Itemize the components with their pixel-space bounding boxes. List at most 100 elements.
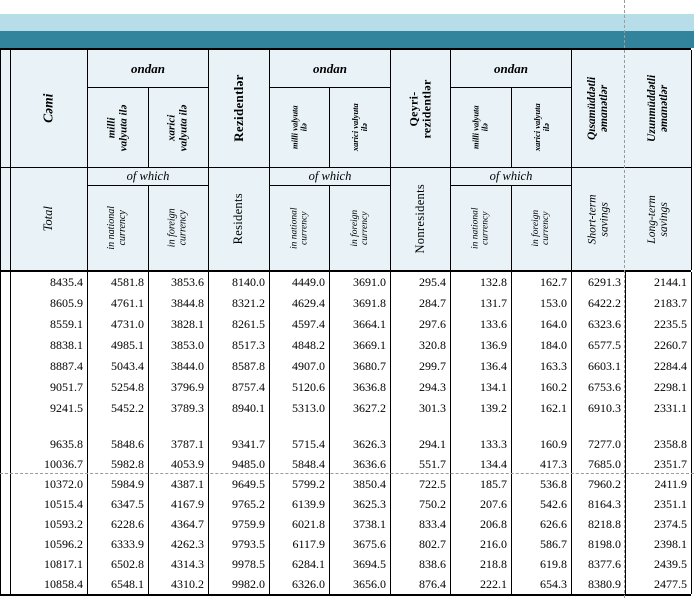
spacer-cell xyxy=(209,419,270,434)
value-cell: 5848.4 xyxy=(270,454,330,474)
value-cell: 8940.1 xyxy=(209,398,270,419)
value-cell: 136.9 xyxy=(451,335,512,356)
value-cell: 2477.5 xyxy=(626,574,692,594)
row-stub-cell xyxy=(1,434,11,454)
value-cell: 160.2 xyxy=(512,377,572,398)
header-longterm-en-label: Long-term savings xyxy=(646,195,671,244)
header-national3-az-label: milli valyuta ilə xyxy=(472,106,490,150)
value-cell: 4761.1 xyxy=(88,293,149,314)
value-cell: 2144.1 xyxy=(626,272,692,293)
value-cell: 132.8 xyxy=(451,272,512,293)
row-stub-cell xyxy=(1,314,11,335)
value-cell: 5254.8 xyxy=(88,377,149,398)
value-cell: 5452.2 xyxy=(88,398,149,419)
value-cell: 153.0 xyxy=(512,293,572,314)
value-cell: 9635.8 xyxy=(11,434,88,454)
value-cell: 6117.9 xyxy=(270,534,330,554)
header-stub-az xyxy=(1,50,11,168)
value-cell: 9485.0 xyxy=(209,454,270,474)
value-cell: 10593.2 xyxy=(11,514,88,534)
value-cell: 417.3 xyxy=(512,454,572,474)
value-cell: 536.8 xyxy=(512,474,572,494)
value-cell: 162.7 xyxy=(512,272,572,293)
value-cell: 8380.9 xyxy=(572,574,626,594)
header-residents-az: Rezidentlər xyxy=(209,50,270,168)
value-cell: 4053.9 xyxy=(149,454,209,474)
value-cell: 4364.7 xyxy=(149,514,209,534)
value-cell: 9051.7 xyxy=(11,377,88,398)
header-national2-en: in national currency xyxy=(270,186,330,270)
value-cell: 134.1 xyxy=(451,377,512,398)
value-cell: 164.0 xyxy=(512,314,572,335)
value-cell: 185.7 xyxy=(451,474,512,494)
value-cell: 10372.0 xyxy=(11,474,88,494)
row-stub-cell xyxy=(1,474,11,494)
value-cell: 216.0 xyxy=(451,534,512,554)
value-cell: 4387.1 xyxy=(149,474,209,494)
value-cell: 2351.1 xyxy=(626,494,692,514)
value-cell: 619.8 xyxy=(512,554,572,574)
value-cell: 162.1 xyxy=(512,398,572,419)
value-cell: 3691.8 xyxy=(330,293,391,314)
value-cell: 6347.5 xyxy=(88,494,149,514)
value-cell: 3844.8 xyxy=(149,293,209,314)
value-cell: 4848.2 xyxy=(270,335,330,356)
value-cell: 5313.0 xyxy=(270,398,330,419)
value-cell: 6291.3 xyxy=(572,272,626,293)
value-cell: 2351.7 xyxy=(626,454,692,474)
value-cell: 4629.4 xyxy=(270,293,330,314)
value-cell: 3787.1 xyxy=(149,434,209,454)
value-cell: 3691.0 xyxy=(330,272,391,293)
value-cell: 9241.5 xyxy=(11,398,88,419)
value-cell: 4310.2 xyxy=(149,574,209,594)
value-cell: 3853.0 xyxy=(149,335,209,356)
value-cell: 3675.6 xyxy=(330,534,391,554)
header-ofwhich1-az: ondan xyxy=(88,50,209,88)
value-cell: 2183.7 xyxy=(626,293,692,314)
header-stub-en xyxy=(1,168,11,270)
value-cell: 750.2 xyxy=(391,494,451,514)
value-cell: 6284.1 xyxy=(270,554,330,574)
header-foreign2-az-label: xarici valyuta ilə xyxy=(351,104,369,152)
value-cell: 184.0 xyxy=(512,335,572,356)
header-foreign1-en: in foreign currency xyxy=(149,186,209,270)
value-cell: 10817.1 xyxy=(11,554,88,574)
header-foreign1-az: xarici valyuta ilə xyxy=(149,88,209,168)
row-stub-cell xyxy=(1,574,11,594)
header-residents-az-label: Rezidentlər xyxy=(232,75,246,143)
value-cell: 133.3 xyxy=(451,434,512,454)
value-cell: 2284.4 xyxy=(626,356,692,377)
value-cell: 6323.6 xyxy=(572,314,626,335)
value-cell: 654.3 xyxy=(512,574,572,594)
value-cell: 10036.7 xyxy=(11,454,88,474)
header-foreign2-en-label: in foreign currency xyxy=(350,210,371,247)
value-cell: 297.6 xyxy=(391,314,451,335)
value-cell: 3625.3 xyxy=(330,494,391,514)
spacer-cell xyxy=(330,419,391,434)
value-cell: 3627.2 xyxy=(330,398,391,419)
deposits-statistics-table-page: Cəmi ondan milli valyuta ilə xarici valy… xyxy=(0,0,694,598)
header-nonresidents-az: Qeyri- rezidentlər xyxy=(391,50,451,168)
value-cell: 8198.0 xyxy=(572,534,626,554)
value-cell: 9978.5 xyxy=(209,554,270,574)
row-stub-cell xyxy=(1,494,11,514)
value-cell: 4167.9 xyxy=(149,494,209,514)
header-longterm-az: Uzunmüddətli əmanətlər xyxy=(626,50,692,168)
value-cell: 2235.5 xyxy=(626,314,692,335)
value-cell: 6228.6 xyxy=(88,514,149,534)
value-cell: 218.8 xyxy=(451,554,512,574)
header-shortterm-az: Qısamüddətli əmanətlər xyxy=(572,50,626,168)
value-cell: 2374.5 xyxy=(626,514,692,534)
value-cell: 139.2 xyxy=(451,398,512,419)
value-cell: 8605.9 xyxy=(11,293,88,314)
value-cell: 7685.0 xyxy=(572,454,626,474)
value-cell: 2411.9 xyxy=(626,474,692,494)
header-foreign1-az-label: xarici valyuta ilə xyxy=(167,104,191,151)
value-cell: 3626.3 xyxy=(330,434,391,454)
value-cell: 2331.1 xyxy=(626,398,692,419)
header-longterm-az-label: Uzunmüddətli əmanətlər xyxy=(646,75,671,142)
value-cell: 5043.4 xyxy=(88,356,149,377)
value-cell: 5799.2 xyxy=(270,474,330,494)
header-foreign3-en: in foreign currency xyxy=(512,186,572,270)
header-total-az-label: Cəmi xyxy=(42,94,57,123)
